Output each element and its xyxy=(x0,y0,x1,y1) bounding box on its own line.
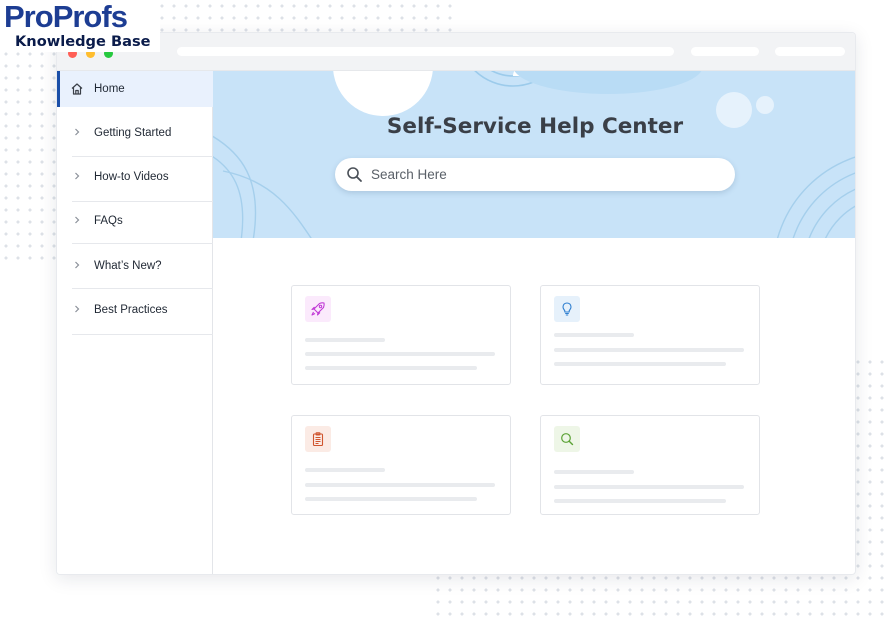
sidebar-nav: Home Getting Started How-to Videos FAQs … xyxy=(57,71,213,574)
sidebar-item-label: Getting Started xyxy=(94,127,172,139)
placeholder-line xyxy=(305,352,495,356)
chevron-right-icon xyxy=(75,216,80,224)
sidebar-item-label: Home xyxy=(94,83,125,95)
lightbulb-icon xyxy=(554,296,580,322)
divider xyxy=(72,201,213,202)
page-title: Self-Service Help Center xyxy=(386,114,684,139)
divider xyxy=(72,334,213,335)
category-card[interactable] xyxy=(540,415,760,515)
divider xyxy=(72,156,213,157)
placeholder-line xyxy=(305,483,495,487)
logo-brand-part1: Pro xyxy=(4,0,54,34)
placeholder-line xyxy=(305,338,385,342)
sidebar-item-home[interactable]: Home xyxy=(57,71,213,107)
address-bar[interactable] xyxy=(177,47,674,56)
chevron-right-icon xyxy=(75,172,80,180)
logo-product-name: Knowledge Base xyxy=(15,33,151,50)
placeholder-line xyxy=(554,499,726,503)
rocket-icon xyxy=(305,296,331,322)
logo-brand-part2: Profs xyxy=(52,0,128,34)
placeholder-line xyxy=(554,485,744,489)
sidebar-item-label: Best Practices xyxy=(94,304,168,316)
placeholder-line xyxy=(554,333,634,337)
sidebar-item-whats-new[interactable]: What’s New? xyxy=(57,248,213,284)
category-card[interactable] xyxy=(291,285,511,385)
toolbar-placeholder xyxy=(775,47,845,56)
sidebar-item-faqs[interactable]: FAQs xyxy=(57,203,213,239)
sidebar-item-getting-started[interactable]: Getting Started xyxy=(57,115,213,151)
toolbar-placeholder xyxy=(691,47,759,56)
search-box[interactable] xyxy=(335,158,735,191)
home-icon xyxy=(71,83,83,95)
divider xyxy=(72,288,213,289)
sidebar-item-label: FAQs xyxy=(94,215,123,227)
placeholder-line xyxy=(554,362,726,366)
browser-window: Home Getting Started How-to Videos FAQs … xyxy=(56,32,856,575)
placeholder-line xyxy=(554,348,744,352)
sidebar-item-best-practices[interactable]: Best Practices xyxy=(57,292,213,328)
placeholder-line xyxy=(305,366,477,370)
sidebar-item-label: What’s New? xyxy=(94,260,162,272)
hero-background-art xyxy=(213,71,855,238)
clipboard-icon xyxy=(305,426,331,452)
divider xyxy=(72,243,213,244)
chevron-right-icon xyxy=(75,128,80,136)
sidebar-item-how-to-videos[interactable]: How-to Videos xyxy=(57,159,213,195)
sidebar-item-label: How-to Videos xyxy=(94,171,169,183)
placeholder-line xyxy=(305,497,477,501)
placeholder-line xyxy=(305,468,385,472)
search-icon xyxy=(554,426,580,452)
placeholder-line xyxy=(554,470,634,474)
category-card[interactable] xyxy=(291,415,511,515)
chevron-right-icon xyxy=(75,305,80,313)
search-input[interactable] xyxy=(371,158,721,191)
proprofs-logo: ProProfs Knowledge Base xyxy=(2,0,160,52)
hero-banner: Self-Service Help Center xyxy=(213,71,855,238)
search-icon xyxy=(347,167,362,182)
window-titlebar xyxy=(57,33,855,71)
chevron-right-icon xyxy=(75,261,80,269)
category-card[interactable] xyxy=(540,285,760,385)
